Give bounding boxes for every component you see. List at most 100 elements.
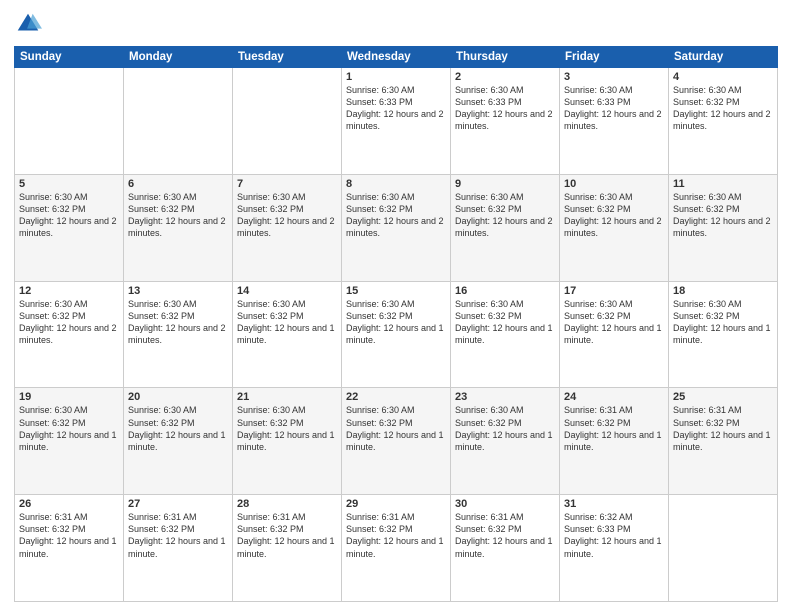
day-cell: 9Sunrise: 6:30 AM Sunset: 6:32 PM Daylig…	[451, 174, 560, 281]
day-info: Sunrise: 6:31 AM Sunset: 6:32 PM Dayligh…	[455, 511, 555, 560]
day-info: Sunrise: 6:30 AM Sunset: 6:32 PM Dayligh…	[128, 404, 228, 453]
day-info: Sunrise: 6:30 AM Sunset: 6:32 PM Dayligh…	[673, 298, 773, 347]
day-number: 6	[128, 178, 228, 190]
day-number: 14	[237, 285, 337, 297]
week-row-4: 19Sunrise: 6:30 AM Sunset: 6:32 PM Dayli…	[15, 388, 778, 495]
day-cell: 12Sunrise: 6:30 AM Sunset: 6:32 PM Dayli…	[15, 281, 124, 388]
day-number: 18	[673, 285, 773, 297]
day-number: 3	[564, 71, 664, 83]
day-number: 7	[237, 178, 337, 190]
day-number: 20	[128, 391, 228, 403]
day-number: 30	[455, 498, 555, 510]
day-info: Sunrise: 6:30 AM Sunset: 6:32 PM Dayligh…	[564, 298, 664, 347]
day-number: 26	[19, 498, 119, 510]
week-row-3: 12 Sunrise: 6:30 AM Sunset: 6:32 PM Dayli…	[15, 281, 778, 388]
day-cell: 20Sunrise: 6:30 AM Sunset: 6:32 PM Dayli…	[124, 388, 233, 495]
day-info: Sunrise: 6:30 AM Sunset: 6:33 PM Dayligh…	[455, 84, 555, 133]
week-row-2: 5Sunrise: 6:30 AM Sunset: 6:32 PM Daylig…	[15, 174, 778, 281]
logo-icon	[14, 10, 42, 38]
day-info: Sunrise: 6:30 AM Sunset: 6:32 PM Dayligh…	[564, 191, 664, 240]
day-info: Sunrise: 6:31 AM Sunset: 6:32 PM Dayligh…	[128, 511, 228, 560]
day-number: 5	[19, 178, 119, 190]
day-info: Sunrise: 6:31 AM Sunset: 6:32 PM Dayligh…	[673, 404, 773, 453]
day-cell: 18Sunrise: 6:30 AM Sunset: 6:32 PM Dayli…	[669, 281, 778, 388]
day-cell: 16Sunrise: 6:30 AM Sunset: 6:32 PM Dayli…	[451, 281, 560, 388]
day-cell: 30Sunrise: 6:31 AM Sunset: 6:32 PM Dayli…	[451, 495, 560, 602]
day-number: 1	[346, 71, 446, 83]
day-cell: 11Sunrise: 6:30 AM Sunset: 6:32 PM Dayli…	[669, 174, 778, 281]
header	[14, 10, 778, 38]
day-info: Sunrise: 6:30 AM Sunset: 6:32 PM Dayligh…	[128, 191, 228, 240]
day-info: Sunrise: 6:30 AM Sunset: 6:32 PM Dayligh…	[455, 298, 555, 347]
day-cell: 7Sunrise: 6:30 AM Sunset: 6:32 PM Daylig…	[233, 174, 342, 281]
day-info: Sunrise: 6:30 AM Sunset: 6:32 PM Dayligh…	[346, 191, 446, 240]
weekday-tuesday: Tuesday	[233, 47, 342, 68]
day-cell: 26Sunrise: 6:31 AM Sunset: 6:32 PM Dayli…	[15, 495, 124, 602]
day-cell: 10Sunrise: 6:30 AM Sunset: 6:32 PM Dayli…	[560, 174, 669, 281]
day-cell: 4Sunrise: 6:30 AM Sunset: 6:32 PM Daylig…	[669, 68, 778, 175]
day-number: 25	[673, 391, 773, 403]
day-number: 22	[346, 391, 446, 403]
day-info: Sunrise: 6:30 AM Sunset: 6:33 PM Dayligh…	[564, 84, 664, 133]
logo	[14, 10, 46, 38]
day-info: Sunrise: 6:31 AM Sunset: 6:32 PM Dayligh…	[19, 511, 119, 560]
day-info: Sunrise: 6:30 AM Sunset: 6:32 PM Dayligh…	[673, 84, 773, 133]
day-number: 23	[455, 391, 555, 403]
day-info: Sunrise: 6:30 AM Sunset: 6:32 PM Dayligh…	[19, 191, 119, 240]
day-number: 31	[564, 498, 664, 510]
day-cell	[669, 495, 778, 602]
day-cell: 28Sunrise: 6:31 AM Sunset: 6:32 PM Dayli…	[233, 495, 342, 602]
day-cell: 13Sunrise: 6:30 AM Sunset: 6:32 PM Dayli…	[124, 281, 233, 388]
day-number: 29	[346, 498, 446, 510]
day-cell: 29Sunrise: 6:31 AM Sunset: 6:32 PM Dayli…	[342, 495, 451, 602]
day-number: 13	[128, 285, 228, 297]
day-cell: 8Sunrise: 6:30 AM Sunset: 6:32 PM Daylig…	[342, 174, 451, 281]
day-cell: 1Sunrise: 6:30 AM Sunset: 6:33 PM Daylig…	[342, 68, 451, 175]
day-info: Sunrise: 6:31 AM Sunset: 6:32 PM Dayligh…	[237, 511, 337, 560]
day-number: 2	[455, 71, 555, 83]
day-cell	[233, 68, 342, 175]
day-info: Sunrise: 6:30 AM Sunset: 6:32 PM Dayligh…	[237, 404, 337, 453]
day-cell: 19Sunrise: 6:30 AM Sunset: 6:32 PM Dayli…	[15, 388, 124, 495]
day-info: Sunrise: 6:30 AM Sunset: 6:32 PM Dayligh…	[128, 298, 228, 347]
day-cell: 24Sunrise: 6:31 AM Sunset: 6:32 PM Dayli…	[560, 388, 669, 495]
day-cell: 6Sunrise: 6:30 AM Sunset: 6:32 PM Daylig…	[124, 174, 233, 281]
day-number: 11	[673, 178, 773, 190]
day-cell: 22Sunrise: 6:30 AM Sunset: 6:32 PM Dayli…	[342, 388, 451, 495]
day-info: Sunrise: 6:30 AM Sunset: 6:32 PM Dayligh…	[19, 404, 119, 453]
page: SundayMondayTuesdayWednesdayThursdayFrid…	[0, 0, 792, 612]
weekday-saturday: Saturday	[669, 47, 778, 68]
weekday-thursday: Thursday	[451, 47, 560, 68]
day-info: Sunrise: 6:30 AM Sunset: 6:32 PM Dayligh…	[346, 404, 446, 453]
day-number: 9	[455, 178, 555, 190]
day-number: 27	[128, 498, 228, 510]
day-cell: 2Sunrise: 6:30 AM Sunset: 6:33 PM Daylig…	[451, 68, 560, 175]
weekday-friday: Friday	[560, 47, 669, 68]
week-row-1: 1 Sunrise: 6:30 AM Sunset: 6:33 PM Daylig…	[15, 68, 778, 175]
day-number: 10	[564, 178, 664, 190]
day-cell: 5Sunrise: 6:30 AM Sunset: 6:32 PM Daylig…	[15, 174, 124, 281]
day-number: 19	[19, 391, 119, 403]
day-cell: 31Sunrise: 6:32 AM Sunset: 6:33 PM Dayli…	[560, 495, 669, 602]
day-cell: 21Sunrise: 6:30 AM Sunset: 6:32 PM Dayli…	[233, 388, 342, 495]
weekday-wednesday: Wednesday	[342, 47, 451, 68]
day-info: Sunrise: 6:31 AM Sunset: 6:32 PM Dayligh…	[564, 404, 664, 453]
day-cell	[124, 68, 233, 175]
day-cell: 15Sunrise: 6:30 AM Sunset: 6:32 PM Dayli…	[342, 281, 451, 388]
day-info: Sunrise: 6:30 AM Sunset: 6:32 PM Dayligh…	[237, 298, 337, 347]
weekday-monday: Monday	[124, 47, 233, 68]
day-info: Sunrise: 6:31 AM Sunset: 6:32 PM Dayligh…	[346, 511, 446, 560]
day-number: 21	[237, 391, 337, 403]
calendar: SundayMondayTuesdayWednesdayThursdayFrid…	[14, 46, 778, 602]
day-cell: 17Sunrise: 6:30 AM Sunset: 6:32 PM Dayli…	[560, 281, 669, 388]
day-cell: 25Sunrise: 6:31 AM Sunset: 6:32 PM Dayli…	[669, 388, 778, 495]
day-cell: 23Sunrise: 6:30 AM Sunset: 6:32 PM Dayli…	[451, 388, 560, 495]
day-info: Sunrise: 6:30 AM Sunset: 6:32 PM Dayligh…	[237, 191, 337, 240]
week-row-5: 26Sunrise: 6:31 AM Sunset: 6:32 PM Dayli…	[15, 495, 778, 602]
day-cell: 14Sunrise: 6:30 AM Sunset: 6:32 PM Dayli…	[233, 281, 342, 388]
day-info: Sunrise: 6:30 AM Sunset: 6:32 PM Dayligh…	[346, 298, 446, 347]
day-number: 12	[19, 285, 119, 297]
day-info: Sunrise: 6:30 AM Sunset: 6:32 PM Dayligh…	[455, 191, 555, 240]
day-number: 8	[346, 178, 446, 190]
day-number: 24	[564, 391, 664, 403]
